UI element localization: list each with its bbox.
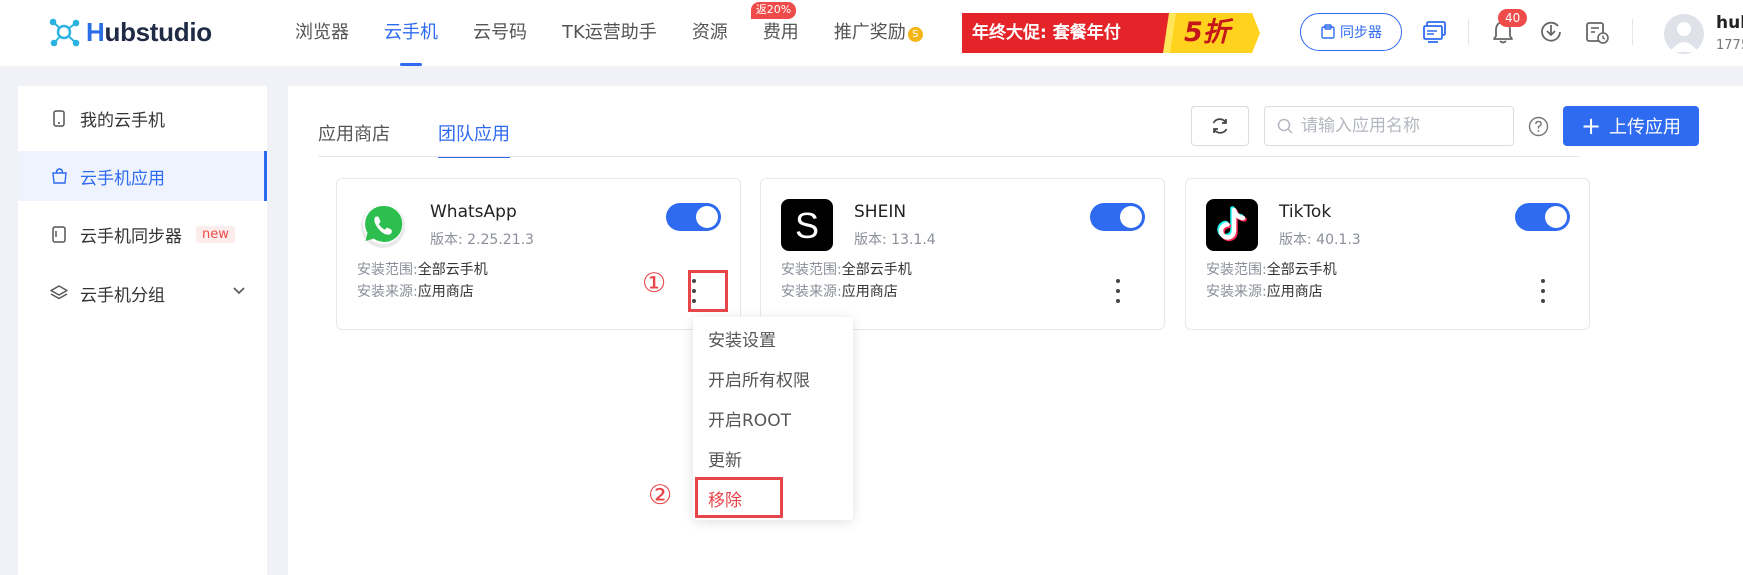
cashback-badge: 返20% [750, 2, 797, 19]
screen-monitor-icon[interactable] [1420, 17, 1450, 47]
more-options-icon[interactable] [1113, 279, 1123, 303]
highlight-remove-item [695, 477, 783, 518]
highlight-more-button [688, 270, 728, 312]
user-phone: 1775 [1716, 38, 1743, 53]
sidebar-item-cloud-phone-groups[interactable]: 云手机分组 [18, 268, 267, 318]
app-version: 版本: 40.1.3 [1279, 232, 1361, 248]
app-enable-toggle[interactable] [1090, 203, 1145, 231]
plus-icon: + [1580, 112, 1602, 140]
app-enable-toggle[interactable] [666, 203, 721, 231]
tab-divider [318, 156, 1579, 157]
nav-resources[interactable]: 资源 [692, 0, 728, 66]
new-tag: new [196, 225, 235, 243]
toolbar-divider [1468, 19, 1469, 45]
app-enable-toggle[interactable] [1515, 203, 1570, 231]
synchronizer-button[interactable]: 同步器 [1300, 13, 1402, 51]
app-search-input[interactable] [1299, 115, 1499, 137]
chevron-down-icon[interactable] [233, 286, 245, 296]
promo-text: 年终大促: 套餐年付 [972, 23, 1121, 43]
install-source: 安装来源:应用商店 [781, 284, 898, 300]
install-source: 安装来源:应用商店 [357, 284, 474, 300]
app-version: 版本: 2.25.21.3 [430, 232, 534, 248]
tiktok-icon [1206, 199, 1258, 251]
notification-count-badge: 40 [1498, 9, 1528, 27]
upload-app-button[interactable]: + 上传应用 [1563, 106, 1699, 146]
svg-text:S: S [795, 205, 819, 246]
logo-text: Hubstudio [86, 16, 212, 47]
menu-item-grant-all-permissions[interactable]: 开启所有权限 [708, 366, 810, 391]
nav-referral[interactable]: 推广奖励 S [834, 0, 923, 66]
phone-icon [50, 109, 68, 127]
sidebar-item-my-cloud-phone[interactable]: 我的云手机 [18, 93, 267, 143]
hubstudio-logo[interactable]: Hubstudio [46, 14, 212, 50]
sidebar-item-cloud-phone-sync[interactable]: 云手机同步器 new [18, 209, 267, 259]
install-source: 安装来源:应用商店 [1206, 284, 1323, 300]
app-name: WhatsApp [430, 202, 517, 222]
app-bag-icon [50, 167, 68, 185]
app-card-shein: S SHEIN 版本: 13.1.4 安装范围:全部云手机 安装来源:应用商店 [760, 178, 1165, 330]
menu-item-update[interactable]: 更新 [708, 446, 742, 471]
main-panel: 应用商店 团队应用 + 上传应用 [288, 86, 1743, 575]
app-name: TikTok [1279, 202, 1332, 222]
install-scope: 安装范围:全部云手机 [781, 262, 912, 278]
step-2-marker: ② [648, 480, 673, 511]
tab-team-apps[interactable]: 团队应用 [438, 120, 510, 158]
menu-item-install-settings[interactable]: 安装设置 [708, 326, 776, 351]
app-card-whatsapp: WhatsApp 版本: 2.25.21.3 安装范围:全部云手机 安装来源:应… [336, 178, 741, 330]
tab-app-store[interactable]: 应用商店 [318, 120, 390, 156]
logo-molecule-icon [49, 18, 80, 47]
sync-window-icon [1321, 24, 1335, 39]
coin-icon: S [907, 27, 923, 42]
promo-banner[interactable]: 年终大促: 套餐年付 5折 [962, 13, 1260, 53]
nav-cloud-number[interactable]: 云号码 [473, 0, 527, 66]
promo-discount: 5折 [1184, 17, 1230, 48]
nav-billing[interactable]: 返20% 费用 [750, 0, 799, 66]
sidebar-item-cloud-phone-apps[interactable]: 云手机应用 [18, 151, 267, 201]
app-version: 版本: 13.1.4 [854, 232, 936, 248]
main-nav: 浏览器 云手机 云号码 TK运营助手 资源 返20% 费用 推广奖励 S [295, 0, 958, 66]
user-silhouette-icon [1670, 22, 1698, 52]
layers-icon [50, 284, 68, 302]
nav-browser[interactable]: 浏览器 [295, 0, 349, 66]
more-options-icon[interactable] [1538, 279, 1548, 303]
install-scope: 安装范围:全部云手机 [1206, 262, 1337, 278]
toolbar-divider [1632, 19, 1633, 45]
menu-item-enable-root[interactable]: 开启ROOT [708, 406, 791, 431]
refresh-icon [1212, 118, 1228, 134]
search-box [1264, 106, 1514, 146]
app-card-tiktok: TikTok 版本: 40.1.3 安装范围:全部云手机 安装来源:应用商店 [1185, 178, 1590, 330]
shein-icon: S [781, 199, 833, 251]
app-name: SHEIN [854, 202, 907, 222]
user-name: hub [1716, 13, 1743, 33]
sync-phone-icon [50, 225, 68, 243]
whatsapp-icon [357, 199, 409, 251]
user-avatar[interactable] [1664, 14, 1704, 54]
sidebar: 我的云手机 云手机应用 云手机同步器 new 云手机分组 [18, 86, 267, 575]
download-icon[interactable] [1536, 17, 1566, 47]
search-icon [1277, 118, 1293, 134]
schedule-history-icon[interactable] [1582, 17, 1612, 47]
refresh-button[interactable] [1191, 106, 1249, 146]
nav-cloud-phone[interactable]: 云手机 [384, 0, 438, 66]
nav-tk-assistant[interactable]: TK运营助手 [562, 0, 657, 66]
install-scope: 安装范围:全部云手机 [357, 262, 488, 278]
step-1-marker: ① [642, 268, 667, 299]
top-navbar: Hubstudio 浏览器 云手机 云号码 TK运营助手 资源 返20% 费用 … [0, 0, 1743, 66]
help-icon[interactable] [1528, 116, 1549, 137]
